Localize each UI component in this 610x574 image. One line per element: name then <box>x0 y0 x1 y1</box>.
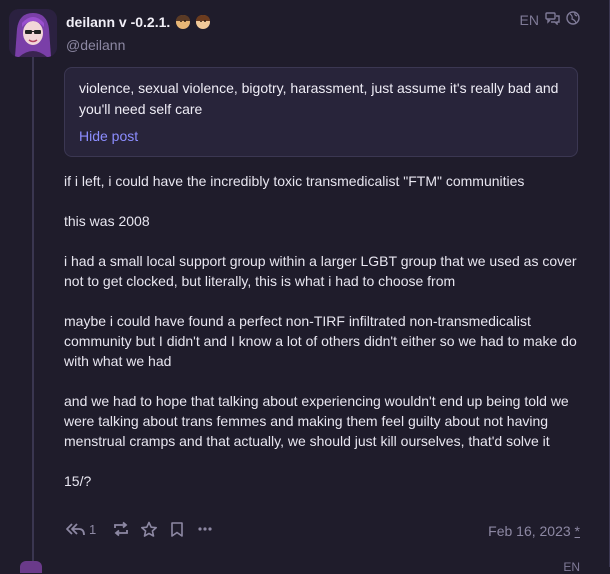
emoji-face-icon <box>176 15 191 29</box>
bookmark-button[interactable] <box>168 518 186 540</box>
post-date: Feb 16, 2023 <box>488 523 571 539</box>
content-warning-text: violence, sexual violence, bigotry, hara… <box>79 80 559 117</box>
bookmark-icon <box>168 521 186 538</box>
more-icon <box>196 521 214 537</box>
favourite-button[interactable] <box>140 518 158 540</box>
post-paragraph: i had a small local support group within… <box>64 253 577 289</box>
post-paragraph: 15/? <box>64 473 92 489</box>
next-post-avatar[interactable] <box>20 561 42 573</box>
display-name[interactable]: deilann v -0.2.1. <box>66 14 211 30</box>
post-timestamp[interactable]: Feb 16, 2023 * <box>488 523 580 539</box>
post-paragraph: if i left, i could have the incredibly t… <box>64 173 525 189</box>
reply-all-icon <box>64 521 86 537</box>
account-handle[interactable]: @deilann <box>66 37 125 53</box>
hide-post-button[interactable]: Hide post <box>79 128 563 144</box>
post-paragraph: this was 2008 <box>64 213 150 229</box>
thread-icon <box>545 11 560 28</box>
language-badge: EN <box>519 11 539 28</box>
boost-icon <box>112 521 130 537</box>
star-icon <box>140 521 158 538</box>
avatar[interactable] <box>9 9 57 57</box>
post-paragraph: and we had to hope that talking about ex… <box>64 393 569 449</box>
globe-icon <box>566 11 580 28</box>
action-bar: 1 <box>64 518 224 540</box>
reply-count: 1 <box>89 521 97 537</box>
content-warning: violence, sexual violence, bigotry, hara… <box>64 67 578 157</box>
edited-marker[interactable]: * <box>575 523 580 539</box>
next-post-language: EN <box>563 560 580 574</box>
reply-button[interactable]: 1 <box>64 518 96 540</box>
emoji-face-icon <box>196 15 211 29</box>
boost-button[interactable] <box>112 518 130 540</box>
thread-line <box>32 54 34 567</box>
more-button[interactable] <box>196 518 214 540</box>
post-content: if i left, i could have the incredibly t… <box>64 171 584 511</box>
post-meta: EN <box>520 11 580 28</box>
post-paragraph: maybe i could have found a perfect non-T… <box>64 313 577 369</box>
display-name-text: deilann v -0.2.1. <box>66 14 171 30</box>
